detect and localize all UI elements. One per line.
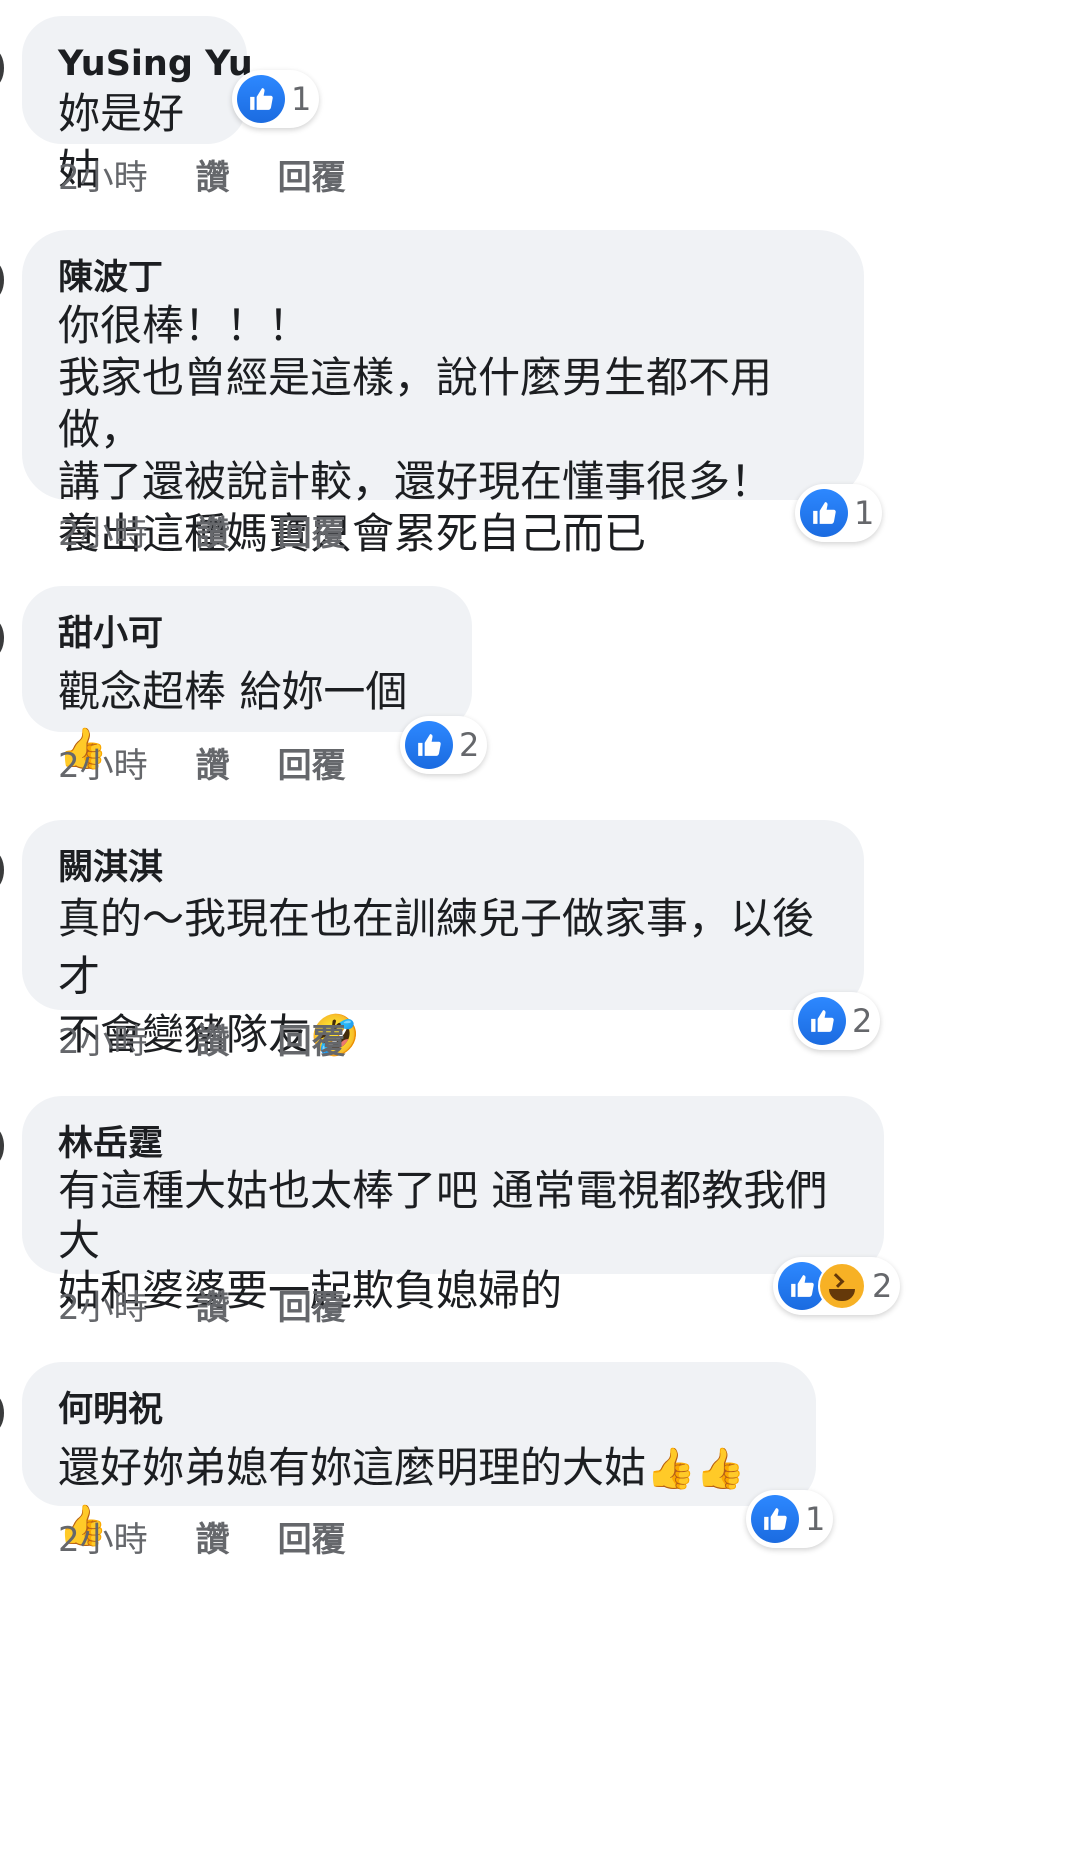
comment-bubble: 何明祝 還好妳弟媳有妳這麼明理的大姑👍👍👍 [22,1362,816,1549]
avatar[interactable] [0,50,4,86]
reply-action[interactable]: 回覆 [278,506,346,555]
comment-meta: 2小時讚回覆 [58,1512,394,1561]
reaction-badge[interactable]: 1 [232,70,320,128]
comment-time[interactable]: 2小時 [58,1280,148,1329]
like-action[interactable]: 讚 [196,1280,230,1329]
comment-time[interactable]: 2小時 [58,506,148,555]
reply-action[interactable]: 回覆 [278,1014,346,1063]
comment-time[interactable]: 2小時 [58,738,148,787]
comment-author[interactable]: 甜小可 [58,612,436,656]
like-action[interactable]: 讚 [196,150,230,199]
reaction-count: 1 [291,80,312,118]
like-action[interactable]: 讚 [196,506,230,555]
reaction-badge[interactable]: 2 [793,992,881,1050]
reply-action[interactable]: 回覆 [278,150,346,199]
like-icon [798,997,846,1045]
comment-meta: 2小時讚回覆 [58,506,394,555]
reaction-count: 1 [854,494,875,532]
reaction-badge[interactable]: 2 [400,716,488,774]
avatar[interactable] [0,262,4,298]
like-action[interactable]: 讚 [196,1014,230,1063]
reaction-count: 2 [459,726,480,764]
reaction-count: 1 [805,1500,826,1538]
comment-bubble: 陳波丁 你很棒！！！ 我家也曾經是這樣，說什麼男生都不用做， 講了還被說計較，還… [22,230,864,558]
comment-author[interactable]: 何明祝 [58,1388,780,1432]
avatar[interactable] [0,1128,4,1164]
like-icon [237,75,285,123]
comment-meta: 2小時讚回覆 [58,1014,394,1063]
comment-text-body: 還好妳弟媳有妳這麼明理的大姑 [58,1443,647,1492]
reply-action[interactable]: 回覆 [278,738,346,787]
like-icon [751,1495,799,1543]
like-icon [405,721,453,769]
like-action[interactable]: 讚 [196,738,230,787]
haha-icon [818,1262,866,1310]
avatar[interactable] [0,620,4,656]
comment-author[interactable]: 林岳霆 [58,1122,848,1166]
reaction-badge[interactable]: 2 [773,1257,901,1315]
comment-time[interactable]: 2小時 [58,1512,148,1561]
comment-meta: 2小時讚回覆 [58,1280,394,1329]
avatar[interactable] [0,1395,4,1431]
comment-author[interactable]: 陳波丁 [58,256,828,300]
avatar[interactable] [0,852,4,888]
comment-bubble: 闕淇淇 真的～我現在也在訓練兒子做家事，以後才 不會變豬隊友🤣 [22,820,864,1059]
reaction-count: 2 [872,1267,893,1305]
reaction-count: 2 [852,1002,873,1040]
reaction-badge[interactable]: 1 [795,484,883,542]
reaction-badge[interactable]: 1 [746,1490,834,1548]
like-action[interactable]: 讚 [196,1512,230,1561]
reply-action[interactable]: 回覆 [278,1512,346,1561]
comment-meta: 2小時讚回覆 [58,150,394,199]
comment-text-body: 觀念超棒 給妳一個 [58,667,408,716]
comment-bubble: YuSing Yu 妳是好姑 [22,16,253,194]
reply-action[interactable]: 回覆 [278,1280,346,1329]
comment-meta: 2小時讚回覆 [58,738,394,787]
comment-time[interactable]: 2小時 [58,1014,148,1063]
comment-author[interactable]: 闕淇淇 [58,846,828,890]
comment-bubble: 甜小可 觀念超棒 給妳一個👍 [22,586,472,772]
comment-author[interactable]: YuSing Yu [58,42,253,86]
comment-bubble: 林岳霆 有這種大姑也太棒了吧 通常電視都教我們 大 姑和婆婆要一起欺負媳婦的 [22,1096,884,1315]
like-icon [800,489,848,537]
comment-time[interactable]: 2小時 [58,150,148,199]
